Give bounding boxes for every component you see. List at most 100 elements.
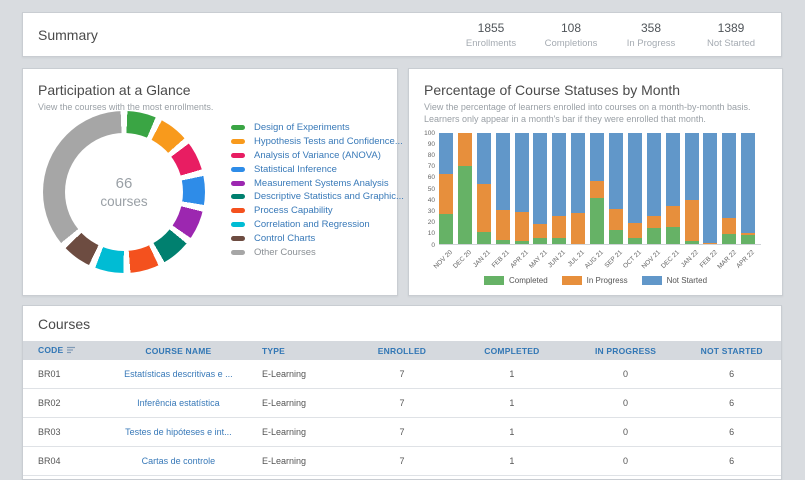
bar-segment	[496, 240, 510, 244]
column-header-not-started[interactable]: NOT STARTED	[682, 346, 781, 356]
stat-value: 108	[535, 21, 607, 35]
bar-month[interactable]	[477, 133, 491, 244]
bar-segment	[533, 238, 547, 244]
bar-legend-item[interactable]: Completed	[484, 276, 548, 285]
bar-month[interactable]	[703, 133, 717, 244]
bar-month[interactable]	[439, 133, 453, 244]
x-tick-label: NOV 20	[433, 249, 454, 270]
bar-month[interactable]	[666, 133, 680, 244]
legend-label: Hypothesis Tests and Confidence...	[254, 136, 403, 147]
course-name-link[interactable]: Estatísticas descritivas e ...	[124, 369, 233, 379]
donut-chart[interactable]: 66 courses	[43, 111, 205, 273]
y-tick-label: 50	[413, 186, 435, 193]
y-tick-label: 70	[413, 163, 435, 170]
legend-swatch	[231, 194, 245, 199]
bar-month[interactable]	[515, 133, 529, 244]
bar-month[interactable]	[628, 133, 642, 244]
bar-segment	[571, 133, 585, 213]
y-tick-label: 30	[413, 208, 435, 215]
bar-month[interactable]	[590, 133, 604, 244]
bar-legend-item[interactable]: Not Started	[642, 276, 707, 285]
legend-item[interactable]: Statistical Inference	[231, 162, 404, 176]
x-tick-label: AUG 21	[584, 249, 605, 270]
course-name-link[interactable]: Testes de hipóteses e int...	[125, 427, 232, 437]
bar-segment	[590, 133, 604, 181]
legend-label: In Progress	[587, 276, 628, 285]
x-tick-label: FEB 22	[698, 249, 718, 269]
bar-segment	[741, 133, 755, 233]
statuses-card: Percentage of Course Statuses by Month V…	[408, 68, 783, 296]
table-header-row: CODECOURSE NAMETYPEENROLLEDCOMPLETEDIN P…	[23, 341, 781, 360]
bar-segment	[590, 181, 604, 199]
x-tick-label: JAN 22	[680, 249, 700, 269]
column-header-in-progress[interactable]: IN PROGRESS	[569, 346, 683, 356]
table-cell: BR01	[23, 369, 99, 379]
legend-item[interactable]: Correlation and Regression	[231, 218, 404, 232]
table-cell: E-Learning	[258, 398, 349, 408]
table-cell: 7	[349, 369, 455, 379]
bar-segment	[552, 238, 566, 244]
bar-segment	[477, 232, 491, 244]
legend-swatch	[231, 125, 245, 130]
table-cell: 0	[569, 427, 683, 437]
summary-stat: 1389Not Started	[691, 21, 771, 49]
stat-value: 1855	[455, 21, 527, 35]
legend-label: Statistical Inference	[254, 164, 337, 175]
x-tick-label: DEC 21	[660, 249, 681, 270]
legend-item[interactable]: Descriptive Statistics and Graphic...	[231, 190, 404, 204]
x-tick-label: APR 21	[509, 249, 530, 270]
bar-segment	[647, 216, 661, 228]
legend-item[interactable]: Analysis of Variance (ANOVA)	[231, 149, 404, 163]
table-cell: E-Learning	[258, 427, 349, 437]
bar-legend-item[interactable]: In Progress	[562, 276, 628, 285]
legend-swatch	[231, 167, 245, 172]
column-header-course-name[interactable]: COURSE NAME	[99, 346, 258, 356]
table-cell: 6	[682, 427, 781, 437]
legend-label: Other Courses	[254, 247, 316, 258]
column-header-type[interactable]: TYPE	[258, 346, 349, 356]
bar-month[interactable]	[647, 133, 661, 244]
column-header-code[interactable]: CODE	[23, 345, 99, 356]
summary-stat: 108Completions	[531, 21, 611, 49]
bar-month[interactable]	[552, 133, 566, 244]
column-header-completed[interactable]: COMPLETED	[455, 346, 569, 356]
x-tick-label: FEB 21	[490, 249, 510, 269]
participation-title: Participation at a Glance	[23, 69, 397, 98]
x-tick-label: DEC 20	[452, 249, 473, 270]
table-cell: Estatísticas descritivas e ...	[99, 369, 258, 379]
bar-segment	[477, 184, 491, 232]
legend-item[interactable]: Design of Experiments	[231, 121, 404, 135]
legend-swatch	[484, 276, 504, 285]
legend-swatch	[231, 139, 245, 144]
bar-segment	[609, 209, 623, 230]
bar-segment	[722, 234, 736, 244]
bar-segment	[590, 198, 604, 244]
donut-center-label: courses	[100, 194, 147, 209]
y-tick-label: 100	[413, 130, 435, 137]
legend-item[interactable]: Hypothesis Tests and Confidence...	[231, 135, 404, 149]
legend-item[interactable]: Process Capability	[231, 204, 404, 218]
bar-month[interactable]	[685, 133, 699, 244]
bar-month[interactable]	[533, 133, 547, 244]
x-tick-label: APR 22	[736, 249, 757, 270]
bar-segment	[628, 223, 642, 239]
legend-swatch	[231, 153, 245, 158]
course-name-link[interactable]: Cartas de controle	[142, 456, 216, 466]
y-tick-label: 60	[413, 174, 435, 181]
legend-item[interactable]: Control Charts	[231, 231, 404, 245]
bar-month[interactable]	[722, 133, 736, 244]
table-cell: 0	[569, 398, 683, 408]
bar-month[interactable]	[458, 133, 472, 244]
bar-month[interactable]	[496, 133, 510, 244]
bar-month[interactable]	[609, 133, 623, 244]
column-header-enrolled[interactable]: ENROLLED	[349, 346, 455, 356]
stat-value: 358	[615, 21, 687, 35]
bar-segment	[703, 133, 717, 243]
bar-month[interactable]	[571, 133, 585, 244]
table-body: BR01 Estatísticas descritivas e ... E-Lear…	[23, 360, 781, 476]
sort-icon[interactable]	[67, 346, 76, 356]
course-name-link[interactable]: Inferência estatística	[137, 398, 220, 408]
bar-month[interactable]	[741, 133, 755, 244]
bar-segment	[439, 214, 453, 244]
legend-item[interactable]: Measurement Systems Analysis	[231, 176, 404, 190]
